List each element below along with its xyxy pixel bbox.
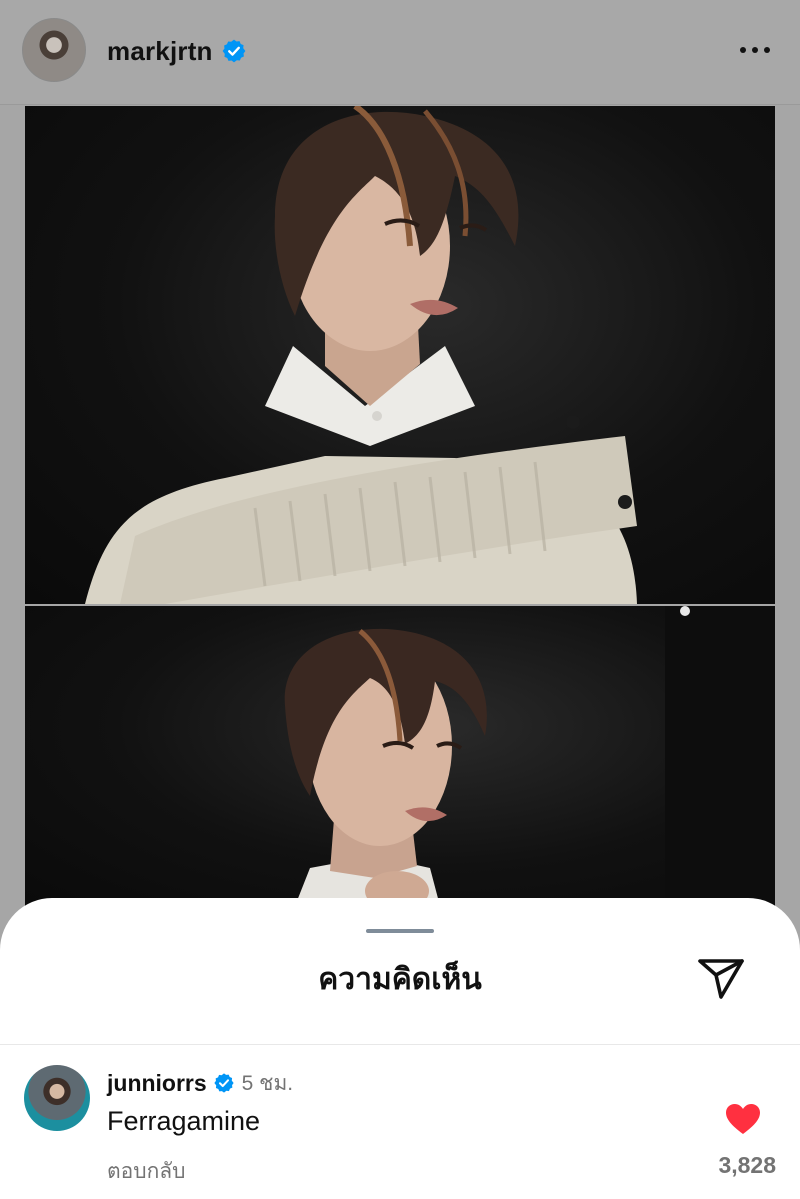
username-row: markjrtn [107, 34, 247, 68]
portrait-illustration [284, 606, 775, 906]
comment-avatar[interactable] [24, 1065, 90, 1131]
verified-badge-icon [213, 1072, 235, 1094]
sheet-drag-handle[interactable] [366, 929, 434, 933]
comment-timestamp: 5 ชม. [241, 1071, 294, 1095]
post-username[interactable]: markjrtn [107, 36, 213, 67]
post-photo[interactable] [25, 606, 775, 906]
divider [0, 1044, 800, 1045]
profile-avatar[interactable] [22, 18, 86, 82]
comment-header: junniorrs 5 ชม. [107, 1068, 293, 1098]
heart-icon[interactable] [725, 1103, 761, 1135]
post-photo[interactable] [25, 106, 775, 604]
portrait-illustration [85, 106, 637, 604]
more-options-icon[interactable] [738, 36, 772, 64]
like-count: 3,828 [718, 1152, 776, 1178]
verified-badge-icon [221, 38, 247, 64]
comment-text: Ferragamine [107, 1106, 261, 1136]
comments-sheet: ความคิดเห็น junniorrs 5 ชม. Ferragamine … [0, 898, 800, 1199]
comment-username[interactable]: junniorrs [107, 1070, 207, 1097]
reply-button[interactable]: ตอบกลับ [107, 1155, 186, 1188]
comments-title: ความคิดเห็น [318, 963, 482, 996]
send-icon[interactable] [696, 955, 746, 1001]
post-header: markjrtn [0, 0, 800, 105]
